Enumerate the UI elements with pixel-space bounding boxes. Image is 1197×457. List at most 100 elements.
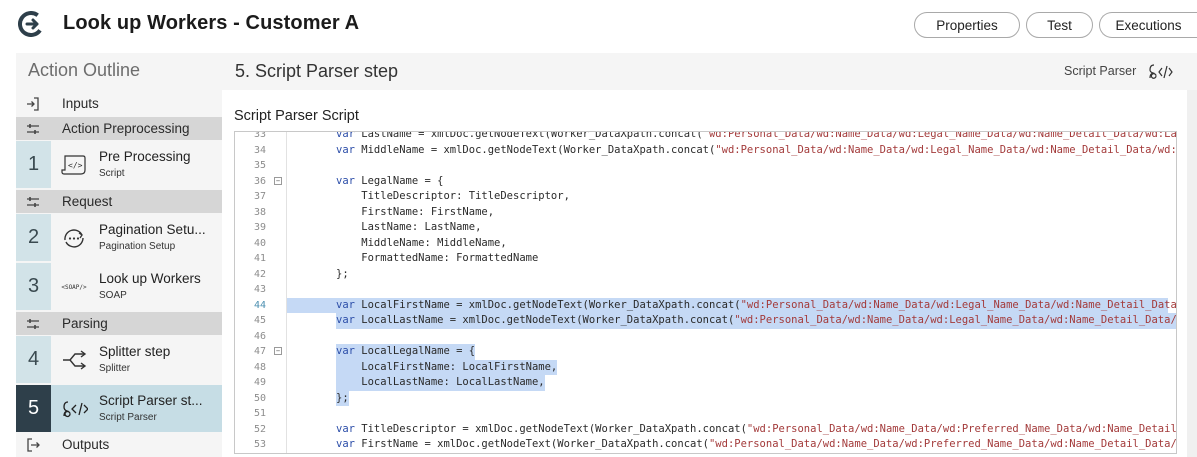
line-number: 41 [253,253,266,264]
code-line[interactable]: 34 var MiddleName = xmlDoc.getNodeText(Wo… [235,143,1177,159]
step-title: Pagination Setu... [99,222,206,237]
code-line[interactable]: 48 LocalFirstName: LocalFirstName, [235,359,1176,375]
line-number: 53 [253,439,266,450]
step-2-pagination-setup[interactable]: 2 Pagination Setu... Pagination Setup [16,214,222,261]
code-text: MiddleName: MiddleName, [336,236,507,249]
code-line[interactable]: 49 LocalLastName: LocalLastName, [235,375,1176,391]
line-number: 39 [253,222,266,233]
executions-button[interactable]: Executions [1099,12,1197,38]
code-line[interactable]: 37 TitleDescriptor: TitleDescriptor, [235,189,1176,205]
code-text: var LegalName = { [336,174,444,187]
code-text: LocalLastName: LocalLastName, [336,375,545,391]
pagination-icon [59,226,89,250]
test-button[interactable]: Test [1026,12,1093,38]
code-line[interactable]: 40 MiddleName: MiddleName, [235,236,1176,252]
step-heading: 5. Script Parser step [235,61,399,81]
code-text: LocalFirstName: LocalFirstName, [336,359,558,375]
code-line[interactable]: 44 var LocalFirstName = xmlDoc.getNodeTex… [235,297,1176,313]
properties-button[interactable]: Properties [914,12,1020,38]
code-text: var LocalFirstName = xmlDoc.getNodeText(… [287,297,1176,313]
code-line[interactable]: 35 [235,158,1176,174]
code-line[interactable]: 41 FormattedName: FormattedName [235,251,1176,267]
code-text: var LastName = xmlDoc.getNodeText(Worker… [336,131,1177,140]
code-line[interactable]: 53 var FirstName = xmlDoc.getNodeText(Wor… [235,437,1176,453]
step-number: 4 [16,336,51,383]
step-number: 1 [16,141,51,188]
sidebar-item-label: Inputs [62,96,99,111]
line-number: 51 [253,408,266,419]
section-label: Parsing [62,316,108,331]
step-5-script-parser[interactable]: 5 Script Parser st... Script Parser [16,385,222,432]
code-line[interactable]: 42}; [235,267,1176,283]
code-line[interactable]: 47− var LocalLegalName = { [235,344,1176,360]
soap-icon: <SOAP/> [59,275,89,299]
app-header: Look up Workers - Customer A Properties … [0,0,1197,50]
sidebar-item-label: Outputs [62,437,110,452]
code-text: }; [336,390,349,406]
step-1-pre-processing[interactable]: 1 </> Pre Processing Script [16,141,222,188]
code-editor[interactable]: 33 var LastName = xmlDoc.getNodeText(Work… [234,131,1177,454]
step-4-splitter[interactable]: 4 Splitter step Splitter [16,336,222,383]
fold-toggle-icon[interactable]: − [274,347,282,355]
line-number: 47 [253,346,266,357]
sliders-icon [27,196,39,207]
step-type-label: Script Parser [1064,64,1137,78]
step-title: Look up Workers [99,271,201,286]
sidebar-item-inputs[interactable]: Inputs [16,92,222,115]
step-title: Splitter step [99,344,171,359]
code-text: FormattedName: FormattedName [336,252,539,264]
line-number: 43 [253,284,266,295]
output-icon [27,437,40,452]
code-text: var MiddleName = xmlDoc.getNodeText(Work… [336,143,1177,156]
step-type: Script [99,168,125,179]
section-label: Action Preprocessing [62,121,190,136]
script-parser-icon [59,397,89,421]
section-parsing[interactable]: Parsing [16,312,222,335]
line-number: 52 [253,423,266,435]
soap-icon-text: <SOAP/> [61,283,87,291]
step-number: 5 [16,385,51,432]
script-parser-icon [1149,64,1173,79]
step-type: Splitter [99,363,131,374]
code-line[interactable]: 38 FirstName: FirstName, [235,205,1176,221]
fold-toggle-icon[interactable]: − [274,176,282,185]
code-line[interactable]: 36− var LegalName = { [235,174,1176,190]
script-field-label: Script Parser Script [234,108,359,124]
step-number: 2 [16,214,51,261]
line-number: 44 [253,299,266,311]
code-line[interactable]: 33 var LastName = xmlDoc.getNodeText(Work… [235,131,1177,143]
line-number: 49 [253,377,266,388]
code-line[interactable]: 39 LastName: LastName, [235,220,1176,236]
code-line[interactable]: 43 [235,282,1176,298]
code-line[interactable]: 50}; [235,390,1176,406]
code-text: LastName: LastName, [336,221,482,233]
code-line[interactable]: 51 [235,406,1176,422]
step-title: Script Parser st... [99,393,203,408]
code-line[interactable]: 52 var TitleDescriptor = xmlDoc.getNodeTe… [235,422,1176,438]
step-3-look-up-workers[interactable]: 3 <SOAP/> Look up Workers SOAP [16,263,222,310]
code-text: TitleDescriptor: TitleDescriptor, [336,190,570,202]
line-number: 48 [253,361,266,373]
splitter-icon [59,348,89,372]
section-label: Request [62,194,113,209]
sidebar-item-outputs[interactable]: Outputs [16,433,222,456]
step-number: 3 [16,263,51,310]
section-request[interactable]: Request [16,190,222,213]
step-type: Script Parser [99,412,157,423]
input-icon [27,96,39,111]
step-title: Pre Processing [99,149,191,164]
page-scrollbar[interactable] [1187,90,1197,457]
step-header: 5. Script Parser step Script Parser [222,53,1197,90]
code-text: var LocalLegalName = { [336,344,476,360]
code-text: FirstName: FirstName, [336,205,495,218]
code-line[interactable]: 45 var LocalLastName = xmlDoc.getNodeText… [235,313,1176,329]
line-number: 40 [253,237,266,249]
step-type: Pagination Setup [99,241,176,252]
section-action-preprocessing[interactable]: Action Preprocessing [16,117,222,140]
line-number: 33 [253,131,266,140]
line-number: 42 [253,268,266,280]
action-outline-sidebar: Action Outline Inputs Action Preprocessi… [16,53,222,457]
svg-text:</>: </> [68,161,83,170]
code-line[interactable]: 46 [235,329,1176,345]
app-logo-icon[interactable] [18,11,44,37]
